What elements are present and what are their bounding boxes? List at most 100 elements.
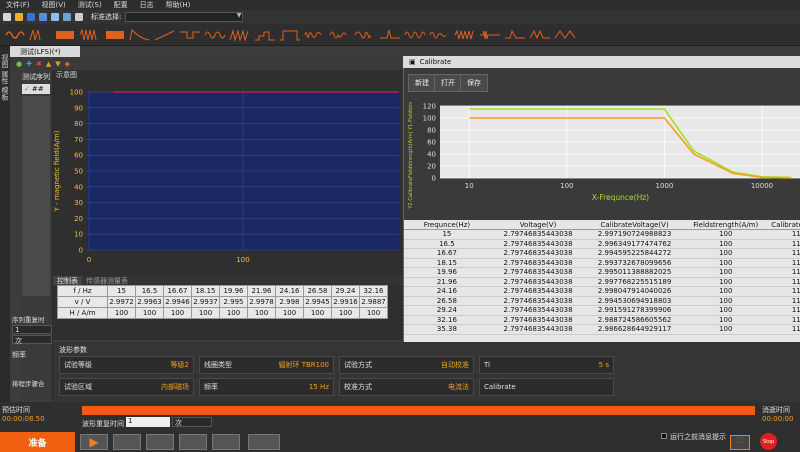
ready-button[interactable]: 准备 [0, 432, 75, 452]
control-cell[interactable]: 29.24 [331, 285, 360, 297]
cal-table-row[interactable]: 29.24 2.79746835443038 2.991591278399906 10… [404, 305, 800, 316]
cal-column-header[interactable]: Voltage(V) [489, 220, 587, 230]
control-cell[interactable]: 19.96 [219, 285, 248, 297]
sequence-item[interactable]: ✓ ## [22, 84, 50, 94]
step-button[interactable] [146, 434, 174, 450]
waveform-double-icon[interactable] [529, 28, 551, 42]
control-cell[interactable]: 24.16 [275, 285, 304, 297]
cal-column-header[interactable]: Fieldstrength(A/m) [682, 220, 769, 230]
open-folder-icon[interactable] [15, 13, 23, 21]
waveform-repeat-input[interactable]: 1 [126, 417, 170, 427]
waveform-param[interactable]: 线圈类型 辐射环 TBR100 [199, 356, 334, 374]
control-cell[interactable]: 2.9916 [331, 296, 360, 308]
control-cell[interactable]: 100 [163, 307, 192, 319]
waveform-ramp-icon[interactable] [154, 28, 176, 42]
pause-button[interactable] [113, 434, 141, 450]
waveform-block-icon[interactable] [104, 28, 126, 42]
menu-log[interactable]: 日志 [140, 0, 154, 10]
waveform-square-icon[interactable] [54, 28, 76, 42]
settings-icon[interactable] [51, 13, 59, 21]
control-cell[interactable]: 100 [331, 307, 360, 319]
waveform-osc-icon[interactable] [404, 28, 426, 42]
document-tab[interactable]: 测试(LFS)(*) [10, 46, 80, 57]
new-button[interactable]: 新建 [408, 74, 436, 92]
report-button[interactable] [248, 434, 280, 450]
menu-config[interactable]: 配置 [114, 0, 128, 10]
new-file-icon[interactable] [3, 13, 11, 21]
control-cell[interactable]: 18.15 [191, 285, 220, 297]
waveform-param[interactable]: 试验等级 等级2 [59, 356, 194, 374]
menu-view[interactable]: 视图(V) [42, 0, 66, 10]
cal-column-header[interactable]: Frequnce(Hz) [404, 220, 490, 230]
waveform-burst-icon[interactable] [79, 27, 101, 42]
tab-control-table[interactable]: 控制表 [53, 276, 82, 285]
control-cell[interactable]: 2.9937 [191, 296, 220, 308]
waveform-damped-icon[interactable] [429, 28, 451, 42]
vertical-tab-label[interactable]: 视图 属性 模板 [0, 46, 10, 100]
control-cell[interactable]: 100 [219, 307, 248, 319]
menu-help[interactable]: 帮助(H) [166, 0, 191, 10]
control-cell[interactable]: 26.58 [303, 285, 332, 297]
waveform-train-icon[interactable] [229, 28, 251, 42]
control-cell[interactable]: 21.96 [247, 285, 276, 297]
waveform-dip-icon[interactable] [179, 28, 201, 42]
control-cell[interactable]: 32.16 [359, 285, 388, 297]
report-icon[interactable] [63, 13, 71, 21]
control-cell[interactable]: 100 [303, 307, 332, 319]
config-icon[interactable]: ◆ [65, 60, 70, 68]
rewind-button[interactable] [179, 434, 207, 450]
control-cell[interactable]: 2.9887 [359, 296, 388, 308]
menu-file[interactable]: 文件(F) [6, 0, 30, 10]
control-cell[interactable]: 2.998 [275, 296, 304, 308]
cut-icon[interactable] [75, 13, 83, 21]
add-icon[interactable]: ✚ [26, 60, 32, 68]
save-icon[interactable] [27, 13, 35, 21]
waveform-param[interactable]: Calibrate [479, 378, 614, 396]
coil-icon[interactable] [4, 28, 26, 42]
sort-step-label[interactable]: 排程步骤合 [12, 378, 52, 388]
waveform-mono-icon[interactable] [504, 28, 526, 42]
remove-icon[interactable]: ✖ [36, 60, 42, 68]
control-cell[interactable]: 2.9946 [163, 296, 192, 308]
up-icon[interactable]: ▲ [46, 60, 51, 68]
open-button[interactable]: 打开 [434, 74, 462, 92]
waveform-burst2-icon[interactable] [479, 28, 501, 42]
control-cell[interactable]: 100 [359, 307, 388, 319]
waveform-param[interactable]: 频率 15 Hz [199, 378, 334, 396]
export-button[interactable]: ⬚ [730, 435, 750, 450]
waveform-mod-icon[interactable] [329, 28, 351, 42]
control-cell[interactable]: 2.9972 [107, 296, 136, 308]
prompt-checkbox[interactable] [661, 433, 667, 439]
left-vertical-tabs[interactable]: 视图 属性 模板 [0, 46, 10, 406]
control-cell[interactable]: 2.9945 [303, 296, 332, 308]
control-cell[interactable]: 16.5 [135, 285, 164, 297]
cal-column-header[interactable]: CalibrateVoltage(V) [586, 220, 683, 230]
standard-select-dropdown[interactable] [125, 12, 244, 22]
cal-table-row[interactable]: 152.797468354430382.99719072498882310011… [404, 229, 800, 240]
waveform-steps-icon[interactable] [254, 28, 276, 42]
control-cell[interactable]: 15 [107, 285, 136, 297]
check-icon[interactable]: ✓ [24, 85, 30, 93]
waveform-sine-icon[interactable] [204, 28, 226, 42]
control-cell[interactable]: 2.995 [219, 296, 248, 308]
save-button[interactable]: 保存 [460, 74, 488, 92]
waveform-hf-icon[interactable] [454, 28, 476, 42]
control-cell[interactable]: 100 [247, 307, 276, 319]
control-cell[interactable]: 100 [107, 307, 136, 319]
waveform-spike-icon[interactable] [379, 28, 401, 42]
waveform-param[interactable]: Ti 5 s [479, 356, 614, 374]
control-cell[interactable]: 100 [135, 307, 164, 319]
waveform-decay-icon[interactable] [129, 28, 151, 42]
waveform-tri-icon[interactable] [554, 28, 576, 42]
control-cell[interactable]: 100 [275, 307, 304, 319]
cal-table-row[interactable]: 18.15 2.79746835443038 2.993732678099656 10… [404, 258, 800, 268]
sequence-repeat-input[interactable]: 1 [12, 325, 52, 334]
cal-table-row[interactable]: 21.96 2.79746835443038 2.997768225515189 10… [404, 277, 800, 287]
waveform-param[interactable]: 试验区域 内部磁场 [59, 378, 194, 396]
waveform-rect-icon[interactable] [279, 28, 301, 42]
menu-test[interactable]: 测试(S) [78, 0, 102, 10]
cal-table-row[interactable]: 16.67 2.79746835443038 2.994595225844272 10… [404, 248, 800, 259]
save-as-icon[interactable] [39, 13, 47, 21]
sequence-repeat-unit-select[interactable]: 次 [12, 335, 52, 345]
cal-table-row[interactable]: 26.58 2.79746835443038 2.994530694918803 10… [404, 296, 800, 306]
